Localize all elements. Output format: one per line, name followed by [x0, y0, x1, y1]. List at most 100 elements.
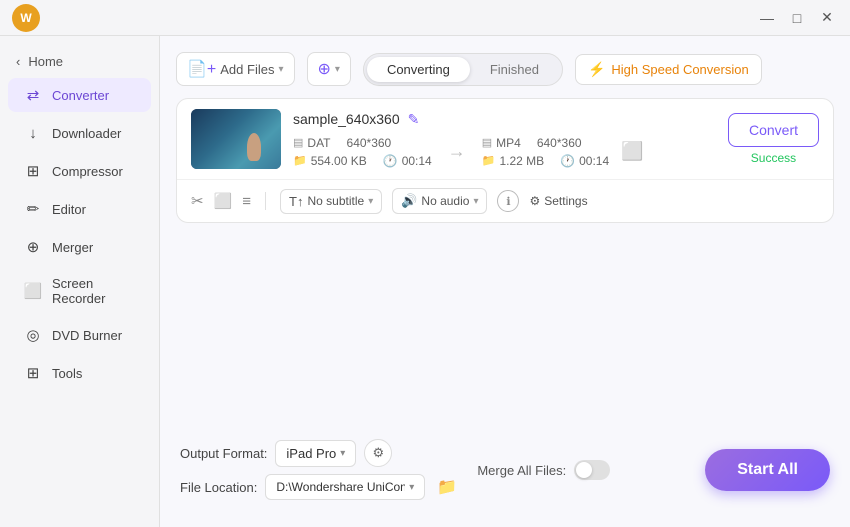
export-icon: ⬜: [621, 141, 643, 162]
tab-finished[interactable]: Finished: [470, 57, 559, 82]
tools-icon: ⊞: [24, 364, 42, 382]
convert-button[interactable]: Convert: [728, 113, 819, 147]
screen-recorder-icon: ⬜: [24, 282, 42, 300]
sidebar-item-merger[interactable]: ⊕ Merger: [8, 230, 151, 264]
target-duration-icon: 🕐: [560, 154, 575, 168]
file-card-top: sample_640x360 ✎ ▤ DAT 640*360: [177, 99, 833, 179]
target-format: MP4: [496, 136, 521, 150]
settings-button[interactable]: ⚙ Settings: [529, 194, 587, 208]
add-files-icon: 📄+: [187, 59, 216, 79]
source-meta-group: ▤ DAT 640*360 📁 554.00 KB 🕐 00:14: [293, 136, 432, 168]
app-body: ‹ Home ⇄ Converter ↓ Downloader ⊞ Compre…: [0, 36, 850, 527]
high-speed-label: High Speed Conversion: [611, 62, 748, 77]
list-icon[interactable]: ≡: [242, 193, 251, 210]
file-location-label: File Location:: [180, 480, 257, 495]
target-folder-icon: 📁: [482, 154, 496, 167]
file-card: sample_640x360 ✎ ▤ DAT 640*360: [176, 98, 834, 223]
merge-toggle[interactable]: [574, 460, 610, 480]
sidebar-item-label: Downloader: [52, 126, 121, 141]
dvd-burner-icon: ◎: [24, 326, 42, 344]
close-button[interactable]: ✕: [816, 7, 838, 29]
sidebar: ‹ Home ⇄ Converter ↓ Downloader ⊞ Compre…: [0, 36, 160, 527]
target-format-icon: ▤: [482, 136, 492, 149]
add-more-button[interactable]: ⊕ ▾: [307, 52, 351, 86]
merger-icon: ⊕: [24, 238, 42, 256]
sidebar-item-dvd-burner[interactable]: ◎ DVD Burner: [8, 318, 151, 352]
crop-icon[interactable]: ⬜: [214, 192, 233, 210]
titlebar: W — □ ✕: [0, 0, 850, 36]
thumbnail-figure: [247, 133, 261, 161]
target-duration: 00:14: [579, 154, 609, 168]
sidebar-item-tools[interactable]: ⊞ Tools: [8, 356, 151, 390]
sidebar-item-downloader[interactable]: ↓ Downloader: [8, 116, 151, 150]
folder-icon: 📁: [293, 154, 307, 167]
tabs-wrapper: Converting Finished: [363, 53, 563, 86]
lightning-icon: ⚡: [588, 61, 605, 78]
top-bar: 📄+ Add Files ▾ ⊕ ▾ Converting Finished ⚡…: [176, 52, 834, 86]
sidebar-item-label: Editor: [52, 202, 86, 217]
output-format-dropdown[interactable]: iPad Pro ▾: [275, 440, 356, 467]
subtitle-dropdown[interactable]: T↑ No subtitle ▾: [280, 189, 382, 214]
file-location-value: D:\Wondershare UniConverter 1: [276, 480, 405, 494]
source-resolution: 640*360: [347, 136, 392, 150]
sidebar-back-button[interactable]: ‹ Home: [0, 48, 159, 75]
toolbar-divider: [265, 192, 266, 210]
sidebar-item-editor[interactable]: ✏ Editor: [8, 192, 151, 226]
format-settings-button[interactable]: ⚙: [364, 439, 392, 467]
target-resolution: 640*360: [537, 136, 582, 150]
back-arrow-icon: ‹: [16, 54, 20, 69]
editor-icon: ✏: [24, 200, 42, 218]
output-fields: Output Format: iPad Pro ▾ ⚙ File Locatio…: [180, 439, 461, 501]
cut-icon[interactable]: ✂: [191, 192, 204, 210]
sidebar-item-compressor[interactable]: ⊞ Compressor: [8, 154, 151, 188]
merge-all-group: Merge All Files:: [477, 460, 610, 480]
target-format-row: ▤ MP4 640*360: [482, 136, 609, 150]
maximize-button[interactable]: □: [786, 7, 808, 29]
start-all-button[interactable]: Start All: [705, 449, 830, 491]
conversion-arrow-icon: →: [448, 141, 466, 162]
audio-dropdown[interactable]: 🔊 No audio ▾: [392, 188, 487, 214]
source-duration: 00:14: [402, 154, 432, 168]
sidebar-item-label: Screen Recorder: [52, 276, 135, 306]
output-format-label: Output Format:: [180, 446, 267, 461]
format-gear-icon: ⚙: [373, 445, 385, 461]
file-name-row: sample_640x360 ✎: [293, 111, 716, 128]
folder-browse-icon: 📁: [437, 477, 457, 497]
add-files-button[interactable]: 📄+ Add Files ▾: [176, 52, 295, 86]
add-more-icon: ⊕: [318, 59, 331, 79]
sidebar-item-converter[interactable]: ⇄ Converter: [8, 78, 151, 112]
thumbnail-image: [191, 109, 281, 169]
add-files-label: Add Files: [220, 62, 274, 77]
target-size: 1.22 MB: [499, 154, 544, 168]
output-format-value: iPad Pro: [286, 446, 336, 461]
info-button[interactable]: ℹ: [497, 190, 519, 212]
file-location-field: File Location: D:\Wondershare UniConvert…: [180, 473, 461, 501]
bottom-bar: Output Format: iPad Pro ▾ ⚙ File Locatio…: [176, 429, 834, 511]
edit-icon[interactable]: ✎: [408, 111, 420, 128]
source-size: 554.00 KB: [311, 154, 367, 168]
subtitle-icon: T↑: [289, 194, 303, 209]
tab-converting[interactable]: Converting: [367, 57, 470, 82]
downloader-icon: ↓: [24, 124, 42, 142]
file-location-dropdown[interactable]: D:\Wondershare UniConverter 1 ▾: [265, 474, 425, 500]
file-thumbnail: [191, 109, 281, 169]
format-chevron-icon: ▾: [340, 448, 345, 459]
compressor-icon: ⊞: [24, 162, 42, 180]
browse-folder-button[interactable]: 📁: [433, 473, 461, 501]
format-icon: ▤: [293, 136, 303, 149]
sidebar-item-screen-recorder[interactable]: ⬜ Screen Recorder: [8, 268, 151, 314]
app-icon: W: [12, 4, 40, 32]
sidebar-item-label: Merger: [52, 240, 93, 255]
output-format-field: Output Format: iPad Pro ▾ ⚙: [180, 439, 461, 467]
target-meta-group: ▤ MP4 640*360 📁 1.22 MB 🕐 00:14: [482, 136, 609, 168]
add-more-chevron-icon: ▾: [335, 64, 340, 75]
audio-value: No audio: [421, 194, 469, 208]
minimize-button[interactable]: —: [756, 7, 778, 29]
location-chevron-icon: ▾: [409, 482, 414, 493]
subtitle-chevron-icon: ▾: [368, 196, 373, 207]
file-name: sample_640x360: [293, 111, 400, 127]
high-speed-button[interactable]: ⚡ High Speed Conversion: [575, 54, 762, 85]
add-files-chevron-icon: ▾: [278, 64, 283, 75]
file-info: sample_640x360 ✎ ▤ DAT 640*360: [293, 111, 716, 168]
subtitle-value: No subtitle: [307, 194, 364, 208]
